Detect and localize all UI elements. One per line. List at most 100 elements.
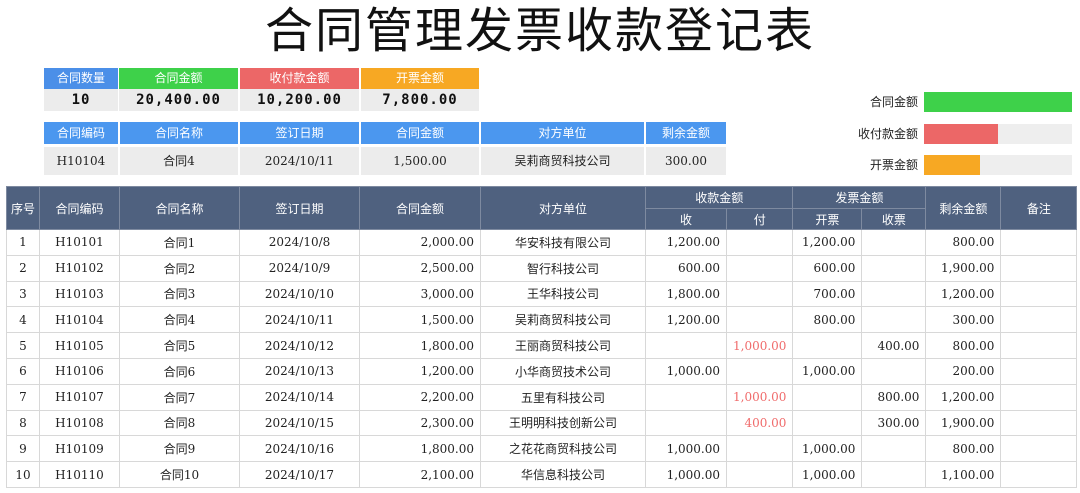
cell-date[interactable]: 2024/10/12: [239, 332, 360, 359]
cell-receive[interactable]: [861, 306, 927, 334]
cell-name[interactable]: 合同7: [119, 383, 240, 411]
cell-amount[interactable]: 2,500.00: [359, 254, 481, 282]
cell-party[interactable]: 智行科技公司: [480, 254, 646, 282]
cell-remaining[interactable]: 800.00: [925, 435, 1002, 463]
cell-amount[interactable]: 1,500.00: [359, 306, 481, 334]
cell-receive[interactable]: [861, 461, 927, 488]
cell-code[interactable]: H10110: [39, 461, 120, 488]
cell-receive[interactable]: [861, 435, 927, 463]
cell-remaining[interactable]: 300.00: [925, 306, 1002, 334]
cell-receive[interactable]: 400.00: [861, 332, 927, 359]
cell-seq[interactable]: 1: [6, 229, 40, 256]
cell-name[interactable]: 合同2: [119, 254, 240, 282]
cell-seq[interactable]: 6: [6, 357, 40, 385]
cell-pay[interactable]: [725, 357, 794, 385]
cell-code[interactable]: H10107: [39, 383, 120, 411]
cell-date[interactable]: 2024/10/10: [239, 280, 360, 308]
cell-recv[interactable]: [645, 383, 727, 411]
cell-recv[interactable]: 1,800.00: [645, 280, 727, 308]
cell-remaining[interactable]: 800.00: [925, 229, 1002, 256]
cell-pay[interactable]: [725, 280, 794, 308]
cell-code[interactable]: H10103: [39, 280, 120, 308]
cell-note[interactable]: [1000, 383, 1078, 411]
cell-party[interactable]: 华安科技有限公司: [480, 229, 646, 256]
cell-note[interactable]: [1000, 254, 1078, 282]
cell-date[interactable]: 2024/10/16: [239, 435, 360, 463]
cell-issue[interactable]: 1,000.00: [792, 357, 863, 385]
cell-recv[interactable]: 1,000.00: [645, 461, 727, 488]
cell-seq[interactable]: 10: [6, 461, 40, 488]
table-row[interactable]: 6 H10106 合同6 2024/10/13 1,200.00 小华商贸技术公司 1,00…: [6, 357, 1078, 385]
cell-pay[interactable]: [725, 461, 794, 488]
cell-note[interactable]: [1000, 357, 1078, 385]
cell-recv[interactable]: [645, 332, 727, 359]
cell-code[interactable]: H10106: [39, 357, 120, 385]
table-row[interactable]: 4 H10104 合同4 2024/10/11 1,500.00 吴莉商贸科技公司 1,20…: [6, 306, 1078, 334]
cell-party[interactable]: 王丽商贸科技公司: [480, 332, 646, 359]
cell-note[interactable]: [1000, 332, 1078, 359]
cell-amount[interactable]: 1,800.00: [359, 435, 481, 463]
cell-note[interactable]: [1000, 280, 1078, 308]
cell-remaining[interactable]: 200.00: [925, 357, 1002, 385]
cell-amount[interactable]: 1,200.00: [359, 357, 481, 385]
table-row[interactable]: 7 H10107 合同7 2024/10/14 2,200.00 五里有科技公司 1,000…: [6, 383, 1078, 411]
cell-date[interactable]: 2024/10/8: [239, 229, 360, 256]
cell-recv[interactable]: 1,200.00: [645, 306, 727, 334]
cell-name[interactable]: 合同6: [119, 357, 240, 385]
cell-party[interactable]: 五里有科技公司: [480, 383, 646, 411]
cell-seq[interactable]: 5: [6, 332, 40, 359]
cell-issue[interactable]: [792, 332, 863, 359]
cell-pay[interactable]: [725, 435, 794, 463]
cell-name[interactable]: 合同8: [119, 409, 240, 437]
cell-date[interactable]: 2024/10/15: [239, 409, 360, 437]
cell-receive[interactable]: [861, 357, 927, 385]
cell-remaining[interactable]: 1,900.00: [925, 409, 1002, 437]
cell-pay[interactable]: [725, 306, 794, 334]
cell-seq[interactable]: 3: [6, 280, 40, 308]
cell-code[interactable]: H10101: [39, 229, 120, 256]
cell-name[interactable]: 合同4: [119, 306, 240, 334]
cell-pay[interactable]: 1,000.00: [725, 332, 794, 359]
cell-date[interactable]: 2024/10/14: [239, 383, 360, 411]
cell-name[interactable]: 合同10: [119, 461, 240, 488]
cell-party[interactable]: 之花花商贸科技公司: [480, 435, 646, 463]
cell-amount[interactable]: 2,100.00: [359, 461, 481, 488]
table-row[interactable]: 1 H10101 合同1 2024/10/8 2,000.00 华安科技有限公司 1,200…: [6, 229, 1078, 256]
cell-pay[interactable]: [725, 254, 794, 282]
cell-date[interactable]: 2024/10/13: [239, 357, 360, 385]
cell-issue[interactable]: [792, 409, 863, 437]
cell-remaining[interactable]: 1,900.00: [925, 254, 1002, 282]
cell-name[interactable]: 合同9: [119, 435, 240, 463]
cell-name[interactable]: 合同1: [119, 229, 240, 256]
cell-remaining[interactable]: 1,100.00: [925, 461, 1002, 488]
cell-issue[interactable]: 700.00: [792, 280, 863, 308]
lookup-value[interactable]: H10104: [44, 147, 118, 175]
cell-amount[interactable]: 1,800.00: [359, 332, 481, 359]
cell-date[interactable]: 2024/10/9: [239, 254, 360, 282]
cell-recv[interactable]: 1,000.00: [645, 435, 727, 463]
cell-code[interactable]: H10104: [39, 306, 120, 334]
cell-amount[interactable]: 2,200.00: [359, 383, 481, 411]
cell-seq[interactable]: 4: [6, 306, 40, 334]
cell-amount[interactable]: 2,300.00: [359, 409, 481, 437]
cell-issue[interactable]: 1,000.00: [792, 435, 863, 463]
cell-note[interactable]: [1000, 306, 1078, 334]
cell-note[interactable]: [1000, 461, 1078, 488]
table-row[interactable]: 3 H10103 合同3 2024/10/10 3,000.00 王华科技公司 1,800.…: [6, 280, 1078, 308]
cell-date[interactable]: 2024/10/17: [239, 461, 360, 488]
cell-receive[interactable]: 800.00: [861, 383, 927, 411]
cell-remaining[interactable]: 800.00: [925, 332, 1002, 359]
cell-code[interactable]: H10102: [39, 254, 120, 282]
cell-party[interactable]: 吴莉商贸科技公司: [480, 306, 646, 334]
cell-party[interactable]: 华信息科技公司: [480, 461, 646, 488]
cell-issue[interactable]: 800.00: [792, 306, 863, 334]
cell-code[interactable]: H10109: [39, 435, 120, 463]
cell-issue[interactable]: 1,000.00: [792, 461, 863, 488]
cell-name[interactable]: 合同3: [119, 280, 240, 308]
cell-recv[interactable]: 1,200.00: [645, 229, 727, 256]
cell-receive[interactable]: [861, 280, 927, 308]
table-row[interactable]: 8 H10108 合同8 2024/10/15 2,300.00 王明明科技创新公司 400…: [6, 409, 1078, 437]
cell-note[interactable]: [1000, 229, 1078, 256]
cell-code[interactable]: H10108: [39, 409, 120, 437]
cell-pay[interactable]: 1,000.00: [725, 383, 794, 411]
